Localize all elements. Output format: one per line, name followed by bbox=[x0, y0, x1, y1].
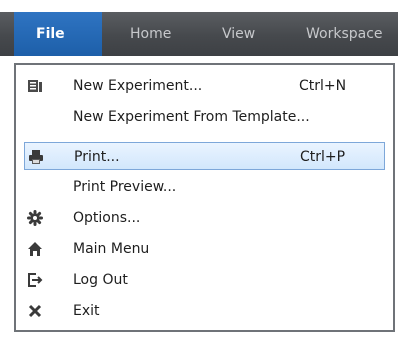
menu-item-label: Print Preview... bbox=[73, 179, 177, 195]
menu-item-label: Main Menu bbox=[73, 241, 150, 257]
tab-home[interactable]: Home bbox=[130, 12, 171, 56]
menu-item-exit[interactable]: Exit bbox=[24, 297, 385, 325]
menu-item-new-experiment[interactable]: New Experiment... Ctrl+N bbox=[24, 72, 385, 100]
menu-item-print-preview[interactable]: Print Preview... bbox=[24, 173, 385, 201]
tab-file[interactable]: File bbox=[14, 12, 102, 56]
tab-view[interactable]: View bbox=[222, 12, 255, 56]
new-experiment-icon bbox=[27, 78, 43, 94]
menu-item-log-out[interactable]: Log Out bbox=[24, 266, 385, 294]
menu-item-main-menu[interactable]: Main Menu bbox=[24, 235, 385, 263]
menu-item-print[interactable]: Print... Ctrl+P bbox=[24, 142, 385, 170]
ribbon-tab-bar: File Home View Workspace bbox=[0, 12, 398, 56]
home-icon bbox=[27, 241, 43, 257]
menu-item-label: New Experiment... bbox=[73, 78, 203, 94]
menu-item-label: New Experiment From Template... bbox=[73, 109, 310, 125]
menu-item-label: Exit bbox=[73, 303, 100, 319]
file-menu-dropdown: New Experiment... Ctrl+N New Experiment … bbox=[14, 63, 395, 332]
tab-workspace[interactable]: Workspace bbox=[306, 12, 383, 56]
menu-item-options[interactable]: Options... bbox=[24, 204, 385, 232]
printer-icon bbox=[28, 149, 44, 165]
menu-item-label: Log Out bbox=[73, 272, 128, 288]
gear-icon bbox=[27, 210, 43, 226]
menu-item-new-from-template[interactable]: New Experiment From Template... bbox=[24, 103, 385, 131]
close-x-icon bbox=[27, 303, 43, 319]
shortcut-hint: Ctrl+P bbox=[300, 149, 346, 165]
menu-item-label: Print... bbox=[74, 149, 120, 165]
menu-item-label: Options... bbox=[73, 210, 141, 226]
logout-icon bbox=[27, 272, 43, 288]
shortcut-hint: Ctrl+N bbox=[299, 78, 347, 94]
